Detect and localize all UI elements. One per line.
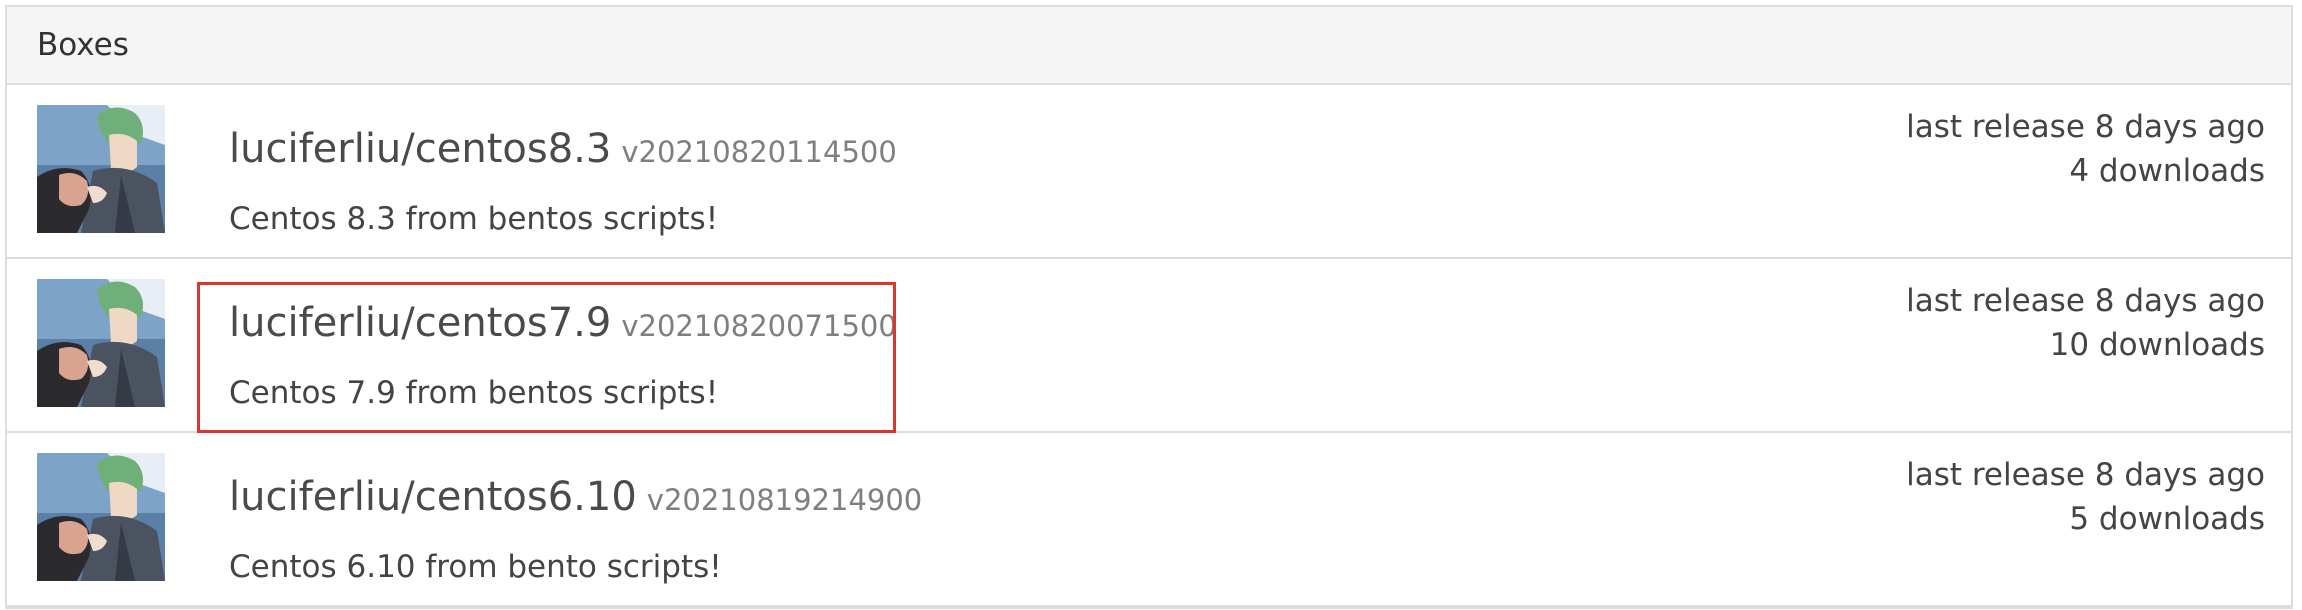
- box-title: luciferliu/centos8.3 v20210820114500: [229, 123, 897, 183]
- box-description: Centos 6.10 from bento scripts!: [229, 549, 722, 585]
- panel-heading: Boxes: [7, 7, 2291, 85]
- user-avatar-icon[interactable]: [37, 453, 165, 581]
- user-avatar-icon[interactable]: [37, 105, 165, 233]
- box-meta: last release 8 days ago 5 downloads: [1906, 453, 2265, 541]
- box-description: Centos 8.3 from bentos scripts!: [229, 201, 719, 237]
- box-row: luciferliu/centos7.9 v20210820071500 Cent…: [7, 259, 2291, 433]
- box-name-link[interactable]: luciferliu/centos6.10: [229, 474, 637, 520]
- box-name-link[interactable]: luciferliu/centos7.9: [229, 300, 611, 346]
- download-count: 10 downloads: [2049, 327, 2265, 363]
- box-description: Centos 7.9 from bentos scripts!: [229, 375, 719, 411]
- box-version: v20210820114500: [621, 135, 897, 169]
- boxes-panel: Boxes luciferliu/centos8.3 v2021082011450…: [5, 5, 2293, 609]
- box-row: luciferliu/centos6.10 v20210819214900 Cen…: [7, 433, 2291, 607]
- last-release: last release 8 days ago: [1906, 109, 2265, 145]
- download-count: 5 downloads: [2069, 501, 2265, 537]
- download-count: 4 downloads: [2069, 153, 2265, 189]
- box-meta: last release 8 days ago 4 downloads: [1906, 105, 2265, 193]
- last-release: last release 8 days ago: [1906, 457, 2265, 493]
- box-version: v20210819214900: [646, 483, 923, 517]
- last-release: last release 8 days ago: [1906, 283, 2265, 319]
- box-title: luciferliu/centos7.9 v20210820071500: [229, 297, 897, 357]
- box-title: luciferliu/centos6.10 v20210819214900: [229, 471, 922, 531]
- box-row: luciferliu/centos8.3 v20210820114500 Cent…: [7, 85, 2291, 259]
- box-info: luciferliu/centos6.10 v20210819214900 Cen…: [229, 471, 922, 585]
- box-meta: last release 8 days ago 10 downloads: [1906, 279, 2265, 367]
- box-info: luciferliu/centos7.9 v20210820071500 Cent…: [229, 297, 897, 411]
- panel-title: Boxes: [37, 27, 129, 63]
- box-name-link[interactable]: luciferliu/centos8.3: [229, 126, 611, 172]
- box-version: v20210820071500: [621, 309, 897, 343]
- box-info: luciferliu/centos8.3 v20210820114500 Cent…: [229, 123, 897, 237]
- user-avatar-icon[interactable]: [37, 279, 165, 407]
